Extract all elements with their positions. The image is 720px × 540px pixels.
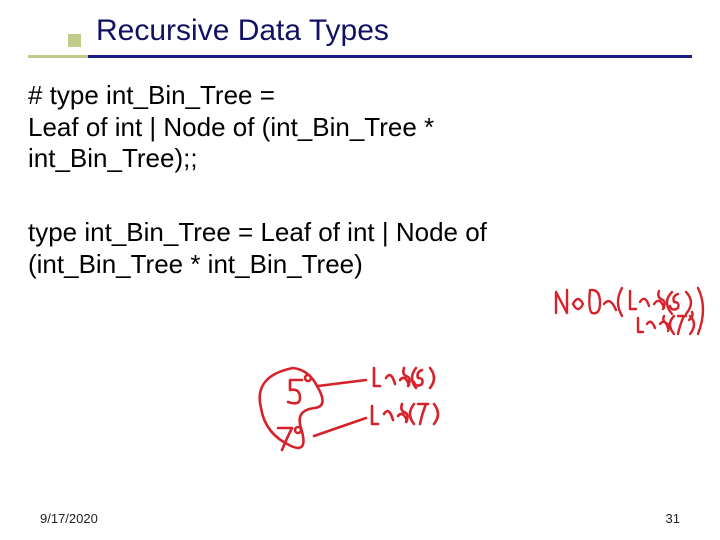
title-bullet-icon <box>68 34 81 47</box>
title-underline <box>0 55 720 61</box>
footer-date: 9/17/2020 <box>40 511 98 526</box>
slide-body: # type int_Bin_Tree = Leaf of int | Node… <box>28 80 692 281</box>
code-line-1: # type int_Bin_Tree = <box>28 80 692 112</box>
underline-short <box>28 55 88 58</box>
code-line-2: Leaf of int | Node of (int_Bin_Tree * <box>28 112 692 144</box>
code-line-3: int_Bin_Tree);; <box>28 143 692 175</box>
footer-page-number: 31 <box>666 511 680 526</box>
ink-tree-diagram-icon <box>238 350 498 470</box>
result-line-1: type int_Bin_Tree = Leaf of int | Node o… <box>28 217 692 249</box>
slide-title: Recursive Data Types <box>96 14 389 48</box>
result-line-2: (int_Bin_Tree * int_Bin_Tree) <box>28 249 692 281</box>
underline-long <box>28 55 692 58</box>
slide: Recursive Data Types # type int_Bin_Tree… <box>0 0 720 540</box>
